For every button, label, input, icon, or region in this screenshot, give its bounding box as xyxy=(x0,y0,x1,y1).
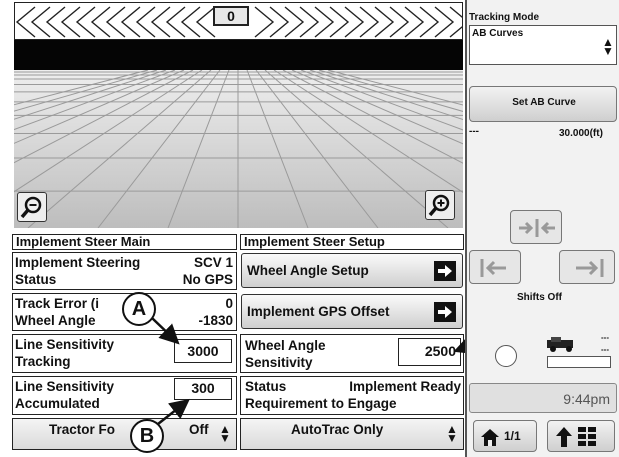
callout-a: A xyxy=(122,292,156,326)
tracking-mode-label: Tracking Mode xyxy=(469,12,540,23)
menu-button[interactable] xyxy=(547,420,615,452)
page-indicator: 1/1 xyxy=(504,429,521,443)
callout-b: B xyxy=(130,419,164,453)
shifts-status: Shifts Off xyxy=(517,292,562,303)
set-ab-curve-button[interactable]: Set AB Curve xyxy=(469,86,617,122)
shift-right-icon xyxy=(576,259,604,277)
status-circle-icon xyxy=(495,345,517,367)
shift-right-button[interactable] xyxy=(559,250,615,284)
tractor-icon xyxy=(547,337,573,352)
dash-small-1: --- xyxy=(601,333,609,342)
center-shift-button[interactable] xyxy=(510,210,562,244)
track-spacing-value: 30.000(ft) xyxy=(559,128,603,139)
dash-readout: --- xyxy=(469,126,479,137)
tracking-mode-select[interactable]: AB Curves ▲ ▼ xyxy=(469,25,617,65)
home-page-button[interactable]: 1/1 xyxy=(473,420,537,452)
updown-arrow-icon: ▲ ▼ xyxy=(602,35,614,58)
implement-bar xyxy=(547,356,611,368)
up-menu-icon xyxy=(556,427,596,447)
clock-time: 9:44pm xyxy=(563,391,610,407)
shift-left-button[interactable] xyxy=(469,250,521,284)
shift-left-icon xyxy=(480,259,506,277)
shift-center-icon xyxy=(519,219,555,237)
set-ab-curve-label: Set AB Curve xyxy=(512,97,576,108)
clock-panel: 9:44pm xyxy=(469,383,617,413)
dash-small-2: --- xyxy=(601,345,609,354)
right-sidebar: Tracking Mode AB Curves ▲ ▼ Set AB Curve … xyxy=(465,0,619,457)
tracking-mode-value: AB Curves xyxy=(472,28,524,39)
home-icon xyxy=(481,429,499,446)
